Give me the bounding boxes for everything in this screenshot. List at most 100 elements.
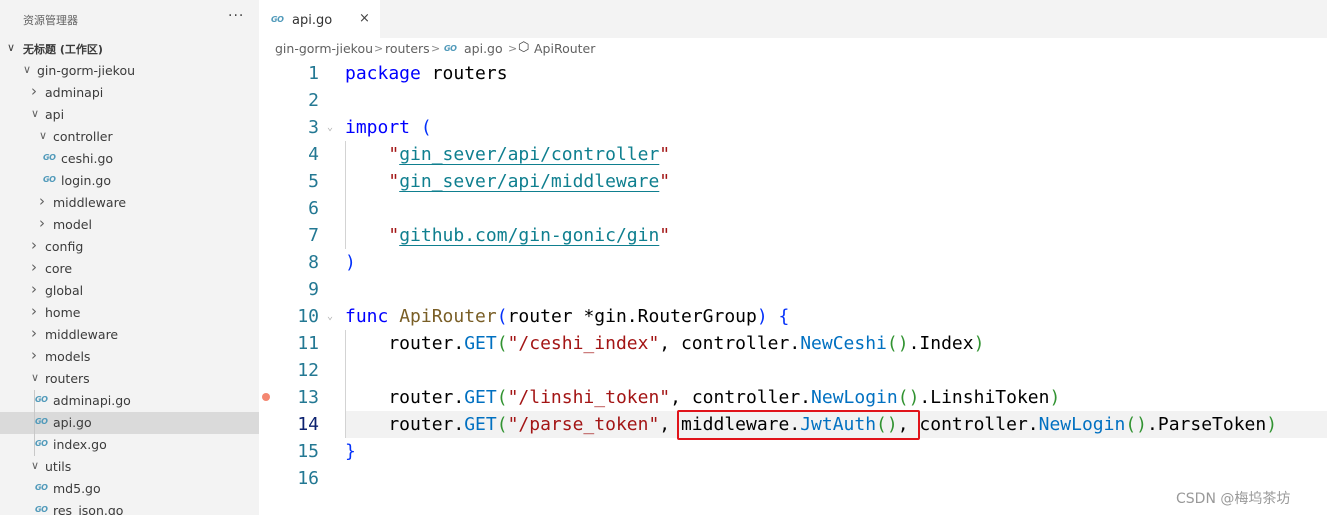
chevron-right-icon: › <box>31 302 37 320</box>
explorer-sidebar: 资源管理器 ··· ∨ 无标题 (工作区) ∨ gin-gorm-jiekou › a… <box>0 0 259 515</box>
tree-item-label: config <box>45 239 84 254</box>
tree-file[interactable]: GO adminapi.go <box>0 390 259 412</box>
go-file-icon: GO <box>43 175 56 184</box>
line-number: 1 <box>308 63 319 84</box>
tree-folder[interactable]: › models <box>0 346 259 368</box>
tree-item-label: ceshi.go <box>61 151 114 166</box>
chevron-down-icon: ∨ <box>7 41 16 54</box>
tree-file[interactable]: GO res_json.go <box>0 500 259 515</box>
code-token: ) <box>1049 387 1061 408</box>
code-token: " <box>388 225 400 246</box>
line-number: 5 <box>308 171 319 192</box>
tree-folder[interactable]: › global <box>0 280 259 302</box>
indent-guide <box>345 330 346 438</box>
code-token: } <box>345 441 356 462</box>
code-line: router.GET("/ceshi_index", controller.Ne… <box>345 330 984 357</box>
fold-chevron-icon[interactable]: ⌄ <box>327 303 333 330</box>
breadcrumb-item-folder[interactable]: routers <box>385 41 430 56</box>
code-line: func ApiRouter(router *gin.RouterGroup) … <box>345 303 789 330</box>
code-token: "/parse_token" <box>507 414 660 435</box>
code-token: package <box>345 63 421 84</box>
tree-file[interactable]: GO md5.go <box>0 478 259 500</box>
breadcrumb-item-symbol[interactable]: ApiRouter <box>534 41 595 56</box>
breadcrumb-item-file[interactable]: api.go <box>464 41 503 56</box>
line-number: 2 <box>308 90 319 111</box>
chevron-right-icon: › <box>31 82 37 100</box>
tree-folder[interactable]: ∨ api <box>0 104 259 126</box>
code-token: , controller. <box>670 387 812 408</box>
tree-folder[interactable]: ∨ routers <box>0 368 259 390</box>
tree-folder[interactable]: › middleware <box>0 324 259 346</box>
file-tree: ∨ gin-gorm-jiekou › adminapi ∨ api ∨ controller… <box>0 60 259 515</box>
line-number: 9 <box>308 279 319 300</box>
fold-chevron-icon[interactable]: ⌄ <box>327 114 333 141</box>
code-token: NewCeshi <box>800 333 887 354</box>
tree-item-label: routers <box>45 371 90 386</box>
more-actions-icon[interactable]: ··· <box>228 8 244 24</box>
explorer-header: 资源管理器 ··· <box>0 0 259 38</box>
code-token: { <box>778 306 790 327</box>
tree-item-label: login.go <box>61 173 112 188</box>
workspace-section-header[interactable]: ∨ 无标题 (工作区) <box>0 38 259 60</box>
tree-file[interactable]: GO api.go <box>0 412 259 434</box>
code-token: () <box>886 333 909 354</box>
code-token: routers <box>420 63 508 84</box>
tree-folder[interactable]: ∨ gin-gorm-jiekou <box>0 60 259 82</box>
chevron-right-icon: › <box>31 324 37 342</box>
tree-folder[interactable]: › adminapi <box>0 82 259 104</box>
breakpoint-icon[interactable] <box>262 393 270 401</box>
line-number: 8 <box>308 252 319 273</box>
chevron-down-icon: ∨ <box>31 371 40 384</box>
tree-folder[interactable]: ∨ controller <box>0 126 259 148</box>
go-file-icon: GO <box>35 395 48 404</box>
tree-item-label: models <box>45 349 91 364</box>
code-token: import <box>345 117 411 138</box>
code-token: .ParseToken <box>1147 414 1267 435</box>
tab-label: api.go <box>292 13 333 28</box>
code-token: () <box>1125 414 1148 435</box>
tree-folder[interactable]: › middleware <box>0 192 259 214</box>
breadcrumb-item-project[interactable]: gin-gorm-jiekou <box>275 41 373 56</box>
go-file-icon: GO <box>444 44 457 53</box>
tree-file[interactable]: GO login.go <box>0 170 259 192</box>
tree-folder[interactable]: › config <box>0 236 259 258</box>
tree-item-label: controller <box>53 129 113 144</box>
tree-item-label: global <box>45 283 84 298</box>
tree-item-label: gin-gorm-jiekou <box>37 63 136 78</box>
code-token: router. <box>345 414 465 435</box>
chevron-down-icon: ∨ <box>39 129 48 142</box>
tab-api-go[interactable]: GO api.go × <box>259 0 380 38</box>
tree-item-label: middleware <box>45 327 119 342</box>
close-icon[interactable]: × <box>359 11 370 26</box>
code-token: , controller. <box>659 333 801 354</box>
tree-file[interactable]: GO ceshi.go <box>0 148 259 170</box>
code-token: ( <box>496 414 508 435</box>
indent-guide <box>34 390 35 456</box>
tree-folder[interactable]: › core <box>0 258 259 280</box>
tree-item-label: adminapi.go <box>53 393 131 408</box>
breadcrumb-separator-icon: > <box>374 42 384 55</box>
tree-folder[interactable]: ∨ utils <box>0 456 259 478</box>
code-token: " <box>659 225 671 246</box>
tree-file[interactable]: GO index.go <box>0 434 259 456</box>
code-editor[interactable]: 1 package routers 2 3 ⌄ import (4 "gin_sever/… <box>259 60 1327 515</box>
go-file-icon: GO <box>35 439 48 448</box>
tree-folder[interactable]: › home <box>0 302 259 324</box>
breadcrumb-separator-icon: > <box>508 42 518 55</box>
line-number: 4 <box>308 144 319 165</box>
editor-tab-bar: GO api.go × <box>259 0 1327 38</box>
chevron-right-icon: › <box>31 258 37 276</box>
code-token: GET <box>464 414 497 435</box>
code-token: ) <box>756 306 768 327</box>
code-token: NewLogin <box>1038 414 1126 435</box>
code-token: () <box>897 387 920 408</box>
code-token: ) <box>345 252 356 273</box>
tree-folder[interactable]: › model <box>0 214 259 236</box>
chevron-down-icon: ∨ <box>31 459 40 472</box>
line-number: 12 <box>297 360 319 381</box>
tree-item-label: core <box>45 261 73 276</box>
tree-item-label: home <box>45 305 81 320</box>
